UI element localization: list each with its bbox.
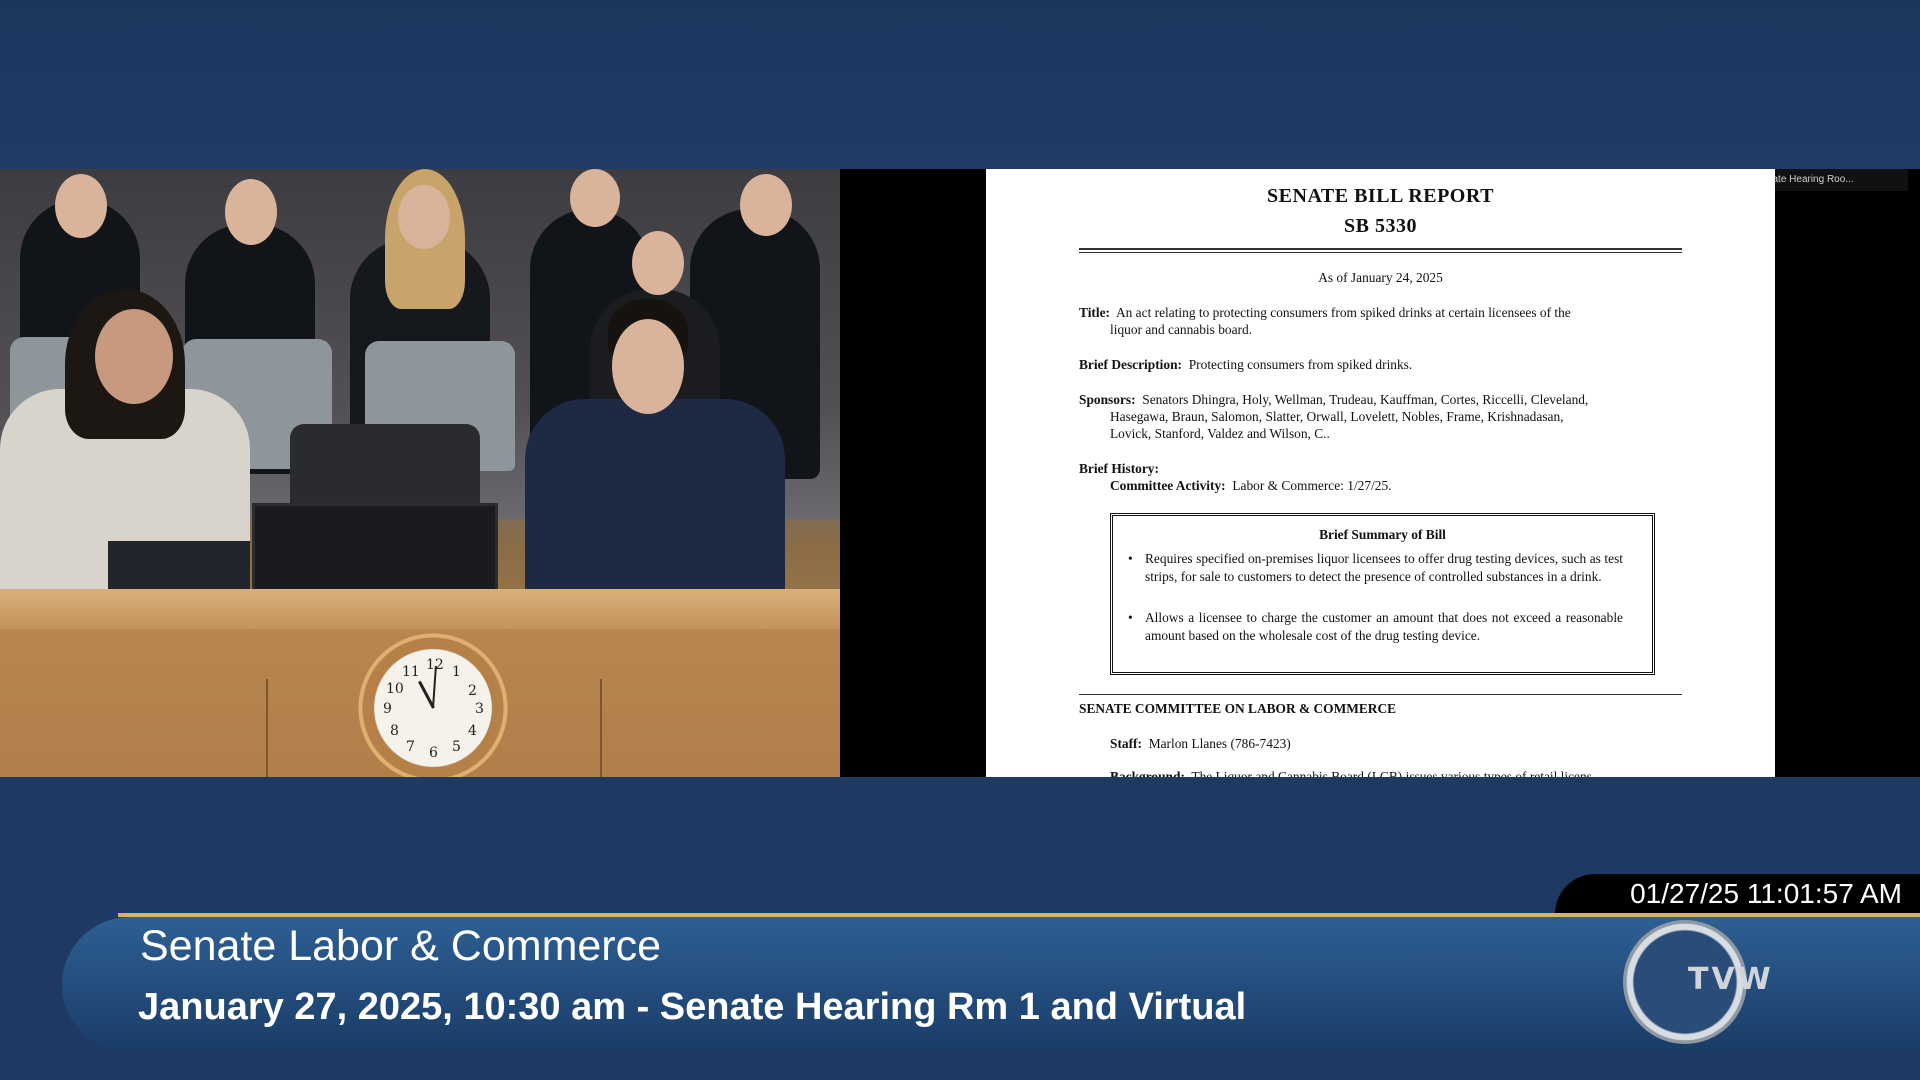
clock-numeral: 1 [452,664,461,680]
background-label: Background: [1110,769,1185,777]
clock-numeral: 8 [390,723,399,739]
as-of-date: As of January 24, 2025 [1318,270,1443,285]
clock-numeral: 9 [383,701,392,717]
sponsors-line-3: Lovick, Stanford, Valdez and Wilson, C.. [1110,426,1330,441]
staff-line: Staff: Marlon Llanes (786-7423) [1079,735,1715,753]
document-share: Talking: Senate Hearing Roo... SENATE BI… [840,169,1920,777]
bottom-band [0,1053,1920,1080]
sponsors-label: Sponsors: [1079,392,1136,407]
brief-history-label: Brief History: [1079,461,1159,476]
sponsors-text: Senators Dhingra, Holy, Wellman, Trudeau… [1142,392,1589,407]
audience-head [225,179,277,245]
bill-number: SB 5330 [1344,215,1417,237]
title-text: An act relating to protecting consumers … [1115,305,1571,320]
clock-numeral: 11 [402,664,420,680]
audience-head [740,174,792,236]
brief-description-text: Protecting consumers from spiked drinks. [1188,357,1413,372]
sponsors-line-2: Hasegawa, Braun, Salomon, Slatter, Orwal… [1110,409,1564,424]
bill-report-page: SENATE BILL REPORT SB 5330 As of January… [986,169,1775,777]
bullet-dot: • [1128,610,1133,625]
audience-head [398,185,450,249]
summary-bullet-text: Requires specified on-premises liquor li… [1145,551,1623,584]
background-line: Background: The Liquor and Cannabis Boar… [1110,769,1592,777]
brief-description: Brief Description: Protecting consumers … [1079,356,1684,374]
committee-activity-label: Committee Activity: [1110,478,1226,493]
audience-head [632,231,684,295]
background-text: The Liquor and Cannabis Board (LCB) issu… [1191,769,1592,777]
title-rule [1079,252,1682,253]
title-line-2: liquor and cannabis board. [1110,322,1253,337]
wall-clock: 12 1 2 3 4 5 6 7 8 9 10 11 [358,633,508,777]
clock-numeral: 6 [429,745,438,761]
staff-text: Marlon Llanes (786-7423) [1148,736,1291,751]
clock-numeral: 3 [475,701,484,717]
title-line-1: Title: An act relating to protecting con… [1079,304,1684,322]
committee-activity: Committee Activity: Labor & Commerce: 1/… [1079,477,1715,495]
clock-numeral: 5 [452,739,461,755]
session-info: January 27, 2025, 10:30 am - Senate Hear… [138,986,1247,1028]
summary-title: Brief Summary of Bill [1319,527,1446,542]
audience-head [55,174,107,238]
title-label: Title: [1079,305,1110,320]
bullet-dot: • [1128,551,1133,566]
brief-description-label: Brief Description: [1079,357,1183,372]
audience-head [570,169,620,227]
tvw-logo-text: TVW [1688,962,1774,997]
brief-history: Brief History: [1079,460,1684,478]
summary-bullet: • Requires specified on-premises liquor … [1128,550,1623,585]
desk-seam [600,679,602,777]
sponsors-line-1: Sponsors: Senators Dhingra, Holy, Wellma… [1079,391,1684,409]
summary-bullet-text: Allows a licensee to charge the customer… [1145,610,1623,643]
testifier-right-head [612,319,684,414]
broadcast-timestamp: 01/27/25 11:01:57 AM [1630,878,1902,909]
committee-section-heading: SENATE COMMITTEE ON LABOR & COMMERCE [1079,701,1397,716]
summary-bullet: • Allows a licensee to charge the custom… [1128,609,1623,644]
clock-numeral: 10 [386,681,404,697]
title-rule [1079,248,1682,250]
committee-activity-text: Labor & Commerce: 1/27/25. [1232,478,1392,493]
desk-seam [266,679,268,777]
section-rule [1079,694,1682,695]
top-band [0,0,1920,169]
clock-numeral: 4 [468,723,477,739]
testifier-right [525,399,785,619]
hearing-room-video: 12 1 2 3 4 5 6 7 8 9 10 11 [0,169,840,777]
clock-numeral: 7 [406,739,415,755]
desk-top [0,589,840,629]
clock-numeral: 2 [468,683,477,699]
staff-label: Staff: [1110,736,1142,751]
brief-summary-box: Brief Summary of Bill • Requires specifi… [1110,513,1655,675]
testifier-left-head [95,309,173,404]
report-title: SENATE BILL REPORT [1267,185,1494,207]
committee-name: Senate Labor & Commerce [140,922,662,970]
